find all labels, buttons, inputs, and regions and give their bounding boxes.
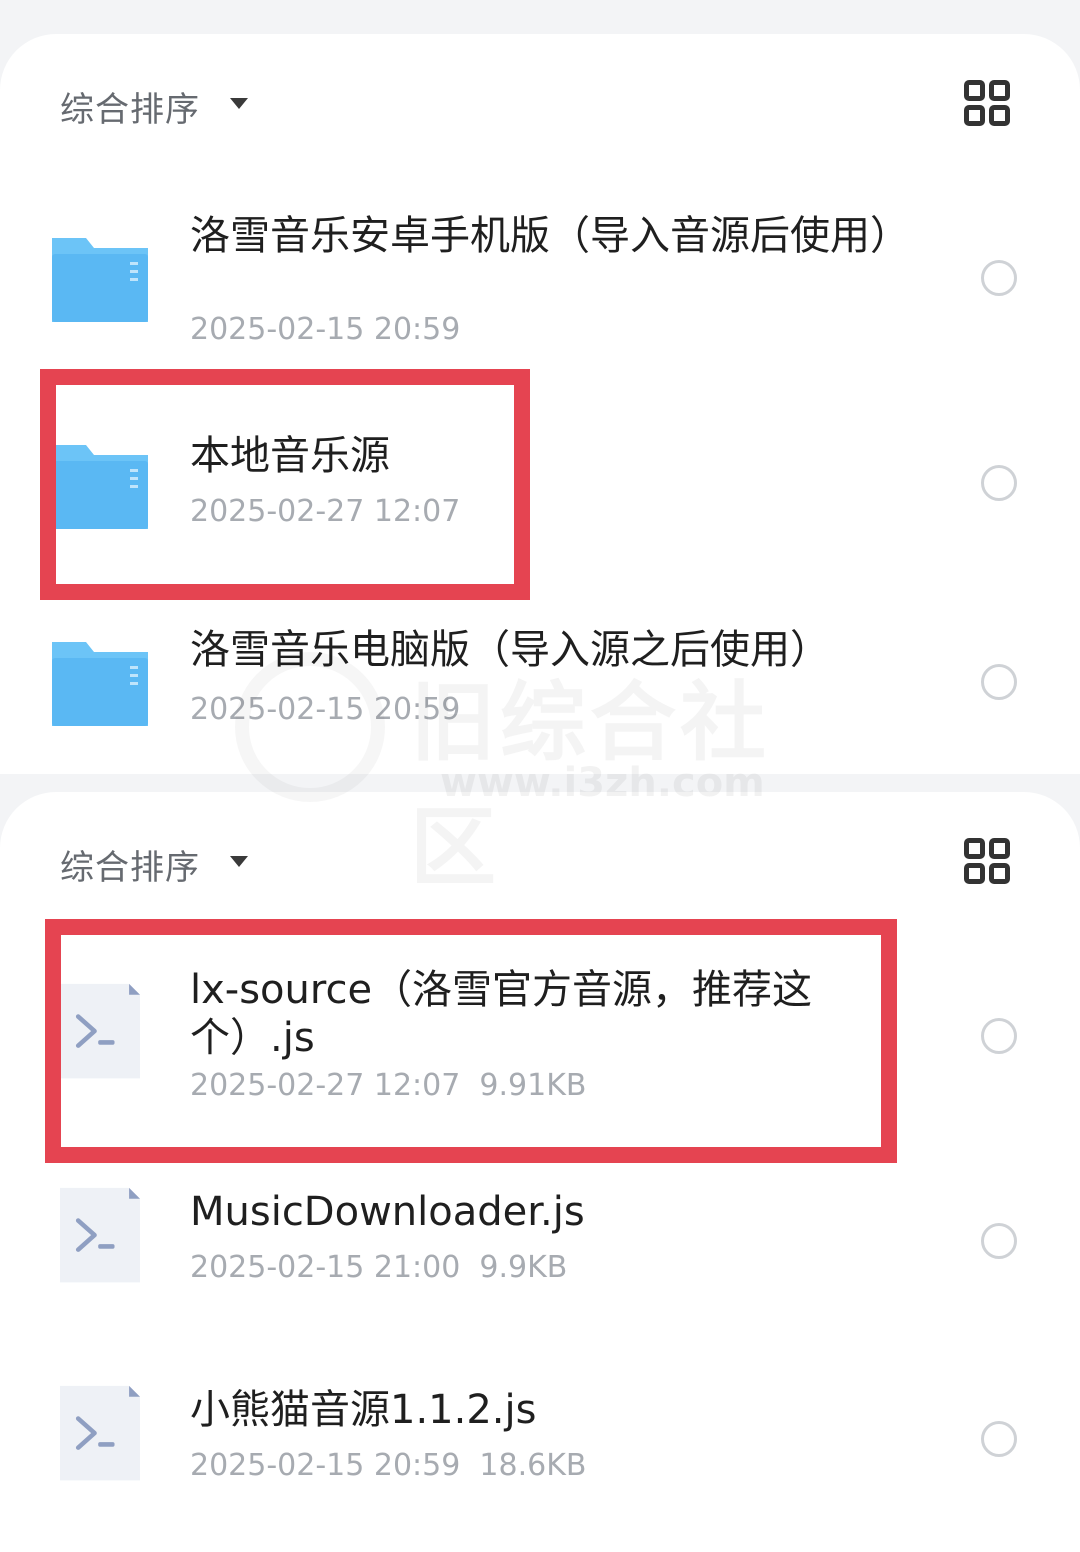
file-name: 洛雪音乐安卓手机版（导入音源后使用） [190, 213, 910, 259]
grid-view-icon[interactable] [964, 80, 1010, 126]
sort-toolbar: 综合排序 [0, 34, 1080, 174]
grid-view-icon[interactable] [964, 838, 1010, 884]
file-name: lx-source（洛雪官方音源，推荐这个）.js [190, 967, 813, 1061]
select-radio[interactable] [981, 1018, 1017, 1054]
file-meta: 2025-02-27 12:07 9.91KB [190, 1068, 587, 1103]
list-item-folder[interactable]: 本地音乐源 2025-02-27 12:07 [0, 394, 1080, 594]
file-name: MusicDownloader.js [190, 1189, 585, 1235]
script-file-icon [60, 1385, 140, 1481]
script-file-icon [60, 1187, 140, 1283]
file-date: 2025-02-15 20:59 [190, 312, 461, 347]
folder-icon [52, 445, 148, 529]
select-radio[interactable] [981, 465, 1017, 501]
select-radio[interactable] [981, 1223, 1017, 1259]
file-meta: 2025-02-15 20:59 18.6KB [190, 1448, 587, 1483]
select-radio[interactable] [981, 1421, 1017, 1457]
folder-icon [52, 238, 148, 322]
sort-toolbar: 综合排序 [0, 792, 1080, 932]
select-radio[interactable] [981, 260, 1017, 296]
file-list-panel: 综合排序 lx-source（洛雪官方音源，推荐这个）.js 2025-02-2… [0, 792, 1080, 1552]
sort-dropdown-label[interactable]: 综合排序 [60, 82, 200, 131]
file-date: 2025-02-15 20:59 [190, 692, 461, 727]
caret-down-icon[interactable] [230, 856, 248, 867]
folder-list-panel: 综合排序 洛雪音乐安卓手机版（导入音源后使用） 2025-02-15 20:59 [0, 34, 1080, 774]
caret-down-icon[interactable] [230, 98, 248, 109]
folder-icon [52, 642, 148, 726]
list-item-file[interactable]: 小熊猫音源1.1.2.js 2025-02-15 20:59 18.6KB [0, 1370, 1080, 1550]
list-item-folder[interactable]: 洛雪音乐安卓手机版（导入音源后使用） 2025-02-15 20:59 [0, 194, 1080, 384]
file-name: 本地音乐源 [190, 433, 390, 479]
file-meta: 2025-02-15 21:00 9.9KB [190, 1250, 568, 1285]
list-item-file[interactable]: MusicDownloader.js 2025-02-15 21:00 9.9K… [0, 1172, 1080, 1352]
list-item-folder[interactable]: 洛雪音乐电脑版（导入源之后使用） 2025-02-15 20:59 [0, 604, 1080, 764]
list-item-file[interactable]: lx-source（洛雪官方音源，推荐这个）.js 2025-02-27 12:… [0, 942, 1080, 1152]
file-name: 洛雪音乐电脑版（导入源之后使用） [190, 627, 830, 673]
file-name: 小熊猫音源1.1.2.js [190, 1387, 537, 1433]
sort-dropdown-label[interactable]: 综合排序 [60, 840, 200, 889]
file-date: 2025-02-27 12:07 [190, 494, 461, 529]
select-radio[interactable] [981, 664, 1017, 700]
script-file-icon [60, 983, 140, 1079]
